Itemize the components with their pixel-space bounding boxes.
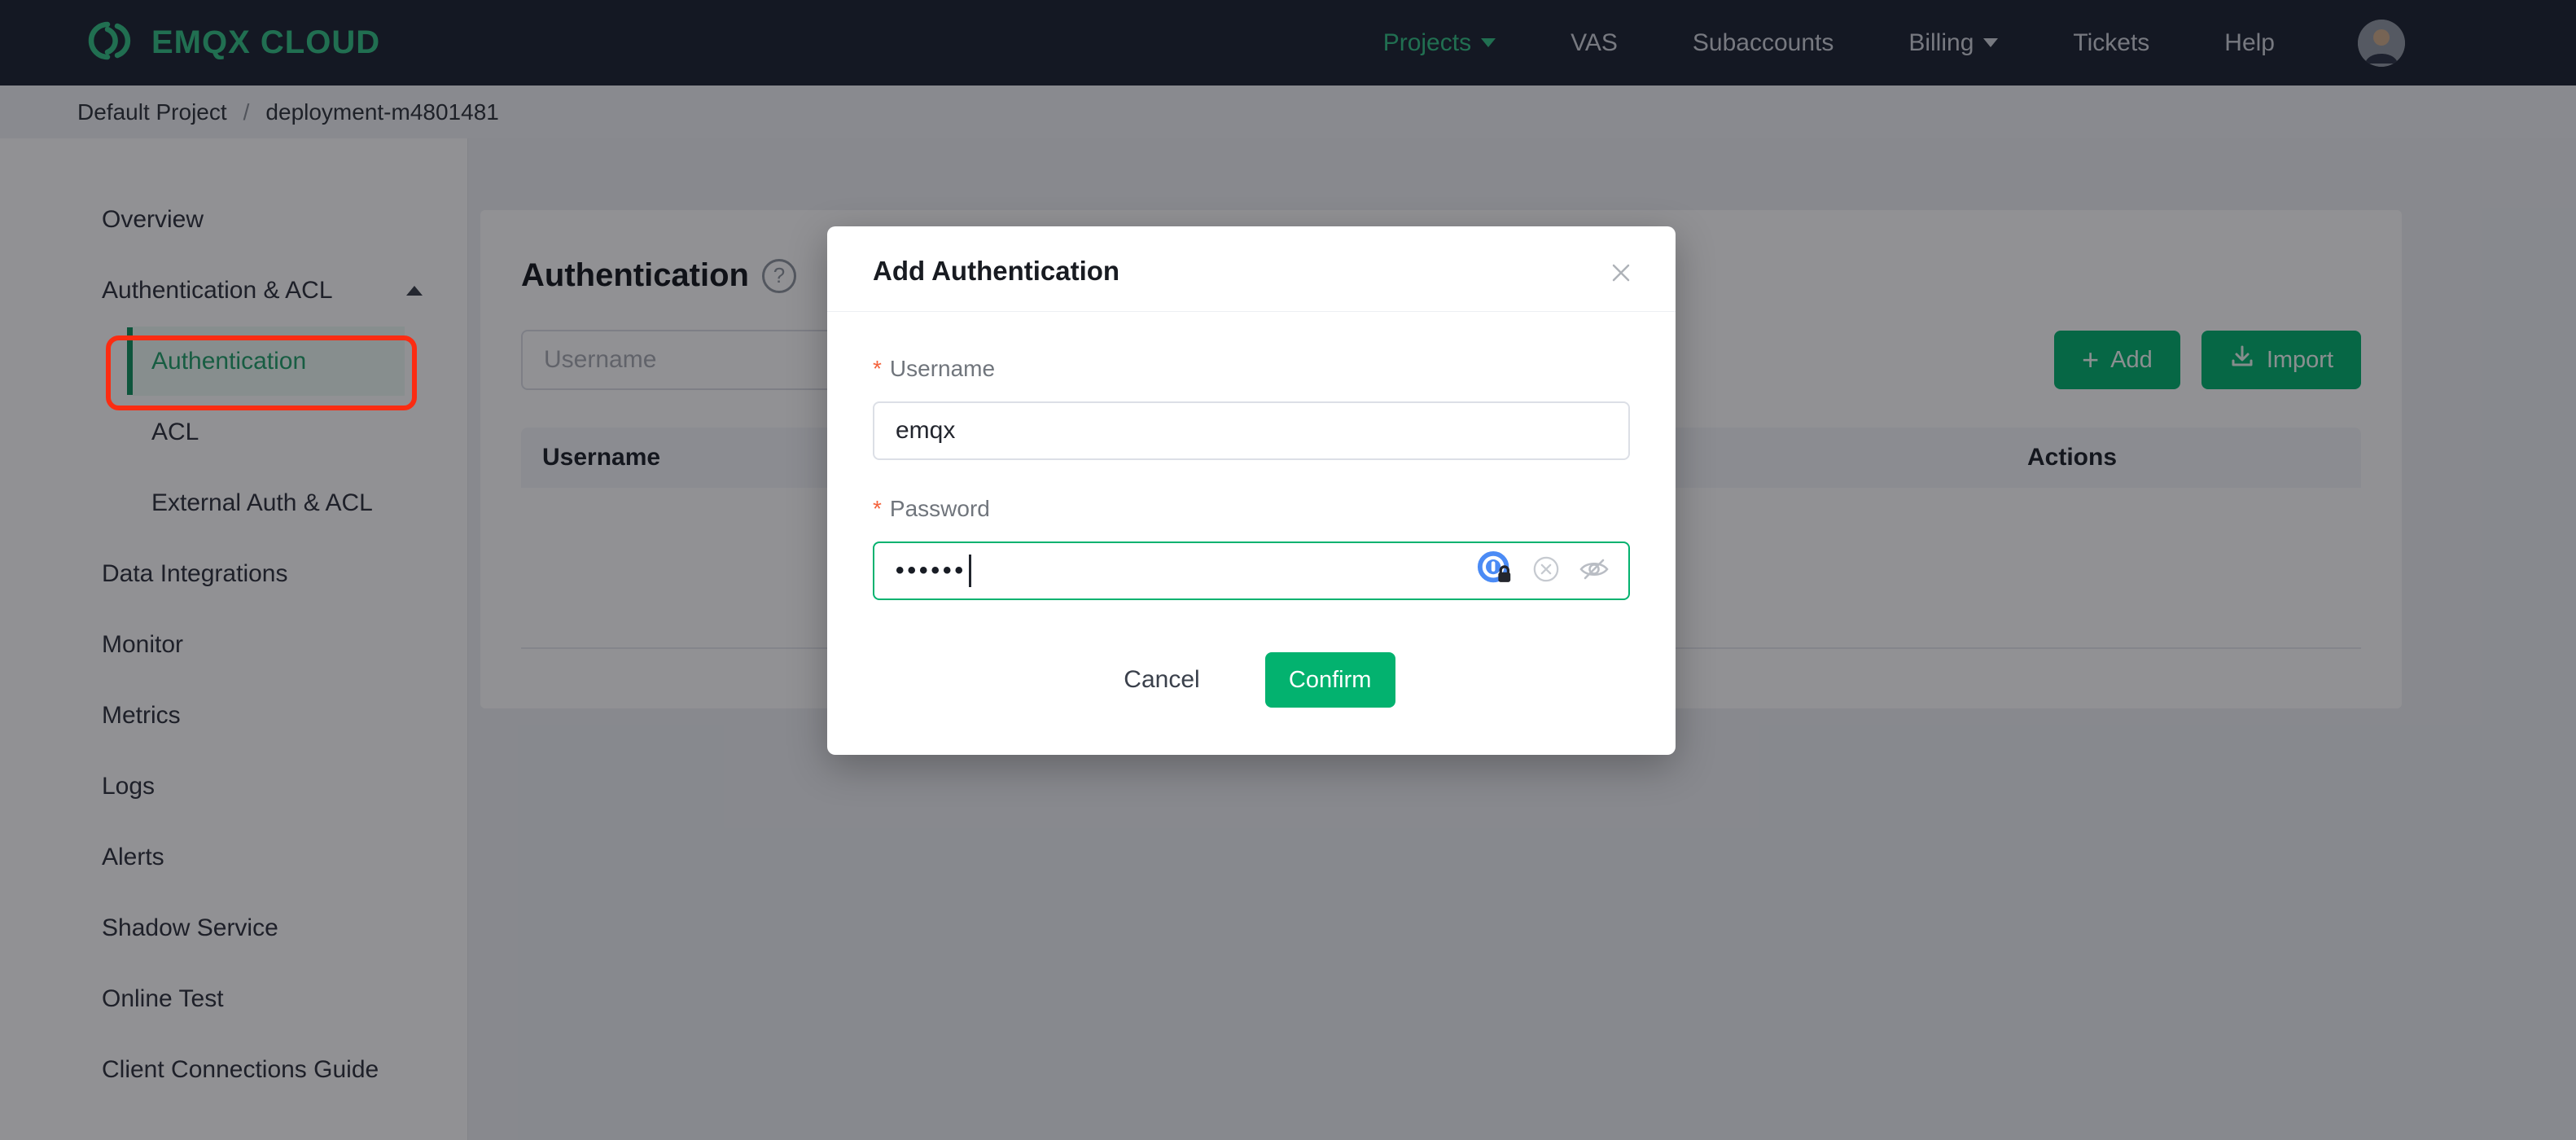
eye-off-icon[interactable] — [1578, 553, 1610, 590]
add-authentication-modal: Add Authentication * Username * Passwor — [827, 226, 1676, 755]
required-asterisk: * — [873, 496, 882, 521]
password-manager-icon[interactable] — [1477, 550, 1514, 592]
cancel-button[interactable]: Cancel — [1107, 658, 1216, 702]
modal-title: Add Authentication — [873, 256, 1120, 286]
required-asterisk: * — [873, 356, 882, 381]
close-icon[interactable] — [1607, 259, 1635, 287]
password-input[interactable]: •••••• — [873, 542, 1630, 600]
password-masked-value: •••••• — [896, 557, 967, 584]
password-field-group: * Password •••••• — [873, 496, 1630, 600]
modal-header: Add Authentication — [827, 226, 1676, 312]
username-input[interactable] — [873, 401, 1630, 460]
modal-footer: Cancel Confirm — [827, 600, 1676, 755]
confirm-button[interactable]: Confirm — [1264, 652, 1395, 708]
username-field-group: * Username — [873, 356, 1630, 460]
page: EMQX CLOUD Projects VAS Subaccounts Bill… — [0, 0, 2576, 1140]
text-cursor — [969, 555, 972, 587]
clear-input-icon[interactable] — [1532, 555, 1560, 587]
username-label: Username — [889, 356, 996, 381]
modal-body: * Username * Password •••••• — [827, 312, 1676, 600]
password-label: Password — [889, 496, 990, 521]
